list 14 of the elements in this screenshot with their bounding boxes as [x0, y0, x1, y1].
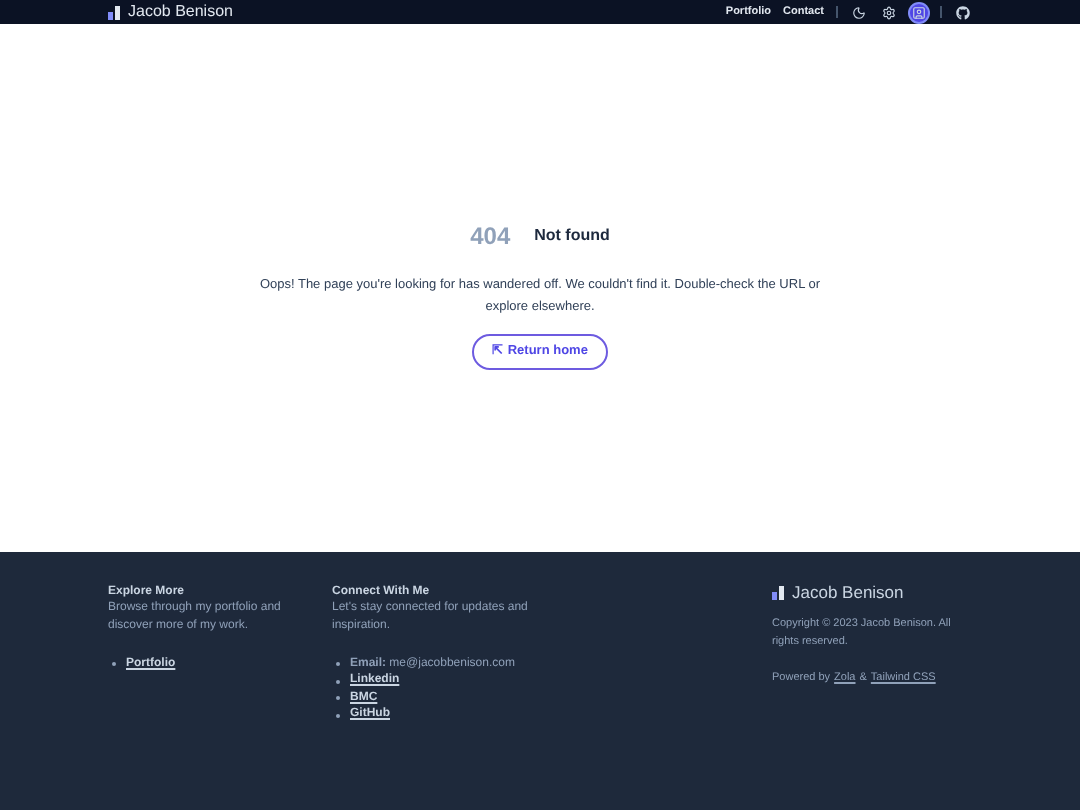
settings-button[interactable] — [880, 3, 898, 21]
settings-icon — [882, 5, 896, 19]
github-icon — [956, 5, 970, 19]
logo-text[interactable]: Jacob Benison — [128, 4, 233, 20]
error-title: Not found — [534, 224, 610, 248]
reader-button[interactable] — [910, 3, 928, 21]
theme-button[interactable] — [850, 3, 868, 21]
reader-icon — [912, 5, 926, 19]
logo-text[interactable]: Jacob Benison — [792, 584, 904, 601]
github-button[interactable] — [954, 3, 972, 21]
logo-icon — [772, 585, 784, 600]
logo-icon — [108, 5, 120, 19]
error-code: 404 — [470, 220, 511, 254]
theme-icon — [852, 5, 866, 19]
